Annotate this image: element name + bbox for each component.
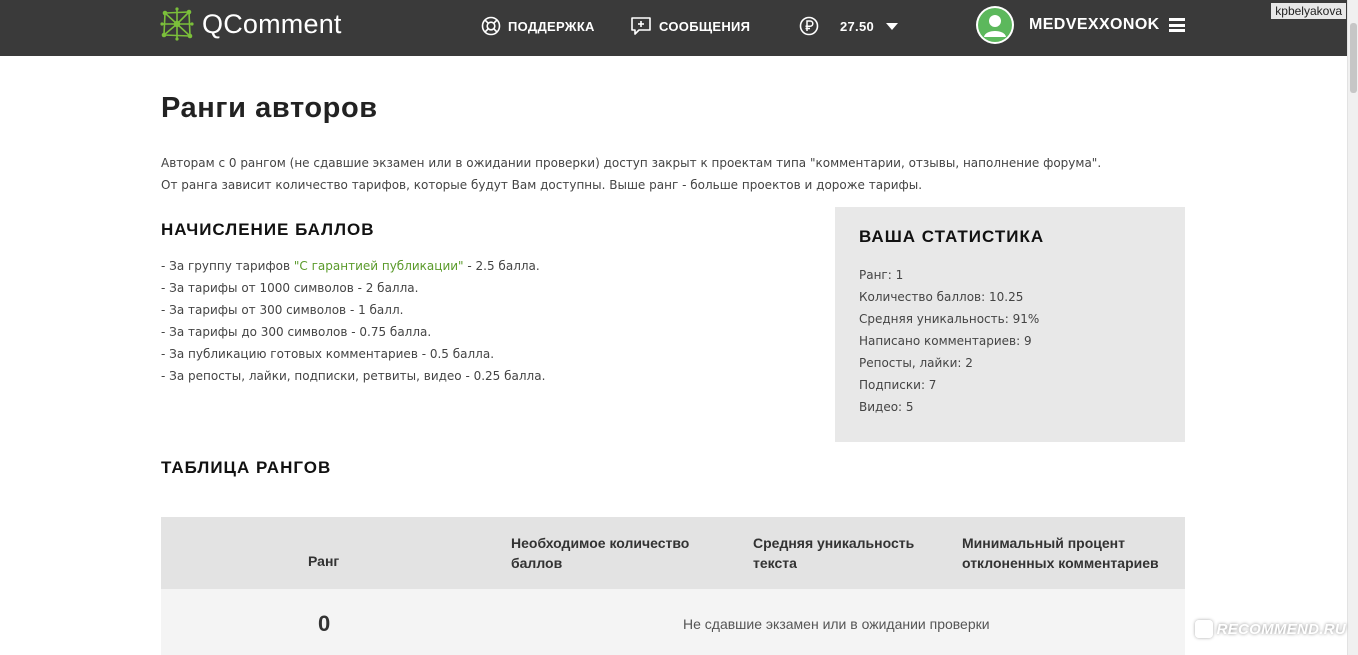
chevron-down-icon bbox=[886, 22, 899, 30]
scrollbar[interactable] bbox=[1347, 0, 1358, 655]
table-header: Ранг Необходимое количество баллов Средн… bbox=[161, 517, 1185, 589]
list-item: - За публикацию готовых комментариев - 0… bbox=[161, 347, 495, 361]
user-menu[interactable]: MEDVEXXONOK bbox=[976, 6, 1185, 44]
stat-item: Средняя уникальность: 91% bbox=[859, 312, 1040, 326]
username[interactable]: MEDVEXXONOK bbox=[1029, 16, 1160, 34]
column-header-points: Необходимое количество баллов bbox=[511, 535, 690, 571]
column-header-uniqueness: Средняя уникальность текста bbox=[753, 535, 915, 571]
list-item: - За тарифы до 300 символов - 0.75 балла… bbox=[161, 325, 432, 339]
messages-link[interactable]: СООБЩЕНИЯ bbox=[630, 14, 750, 38]
balance-amount: 27.50 bbox=[840, 18, 875, 34]
stat-item: Видео: 5 bbox=[859, 400, 914, 414]
recommend-watermark: RECOMMEND.RU bbox=[1194, 620, 1346, 638]
list-item-text: - За группу тарифов bbox=[161, 259, 294, 273]
stats-list: Ранг: 1 Количество баллов: 10.25 Средняя… bbox=[859, 264, 1161, 418]
balance-dropdown[interactable]: 27.50 bbox=[799, 14, 899, 38]
list-item: - За репосты, лайки, подписки, ретвиты, … bbox=[161, 369, 546, 383]
ranks-table: Ранг Необходимое количество баллов Средн… bbox=[161, 517, 1185, 655]
avatar[interactable] bbox=[976, 6, 1014, 44]
lifebuoy-icon bbox=[481, 16, 501, 36]
column-header-rejected: Минимальный процент отклоненных коммента… bbox=[962, 535, 1159, 571]
points-list: - За группу тарифов "С гарантией публика… bbox=[161, 255, 545, 387]
menu-icon[interactable] bbox=[1168, 18, 1185, 32]
list-item: - За тарифы от 1000 символов - 2 балла. bbox=[161, 281, 419, 295]
intro-line: Авторам с 0 рангом (не сдавшие экзамен и… bbox=[161, 156, 1102, 170]
network-logo-icon bbox=[160, 7, 194, 41]
stats-panel: ВАША СТАТИСТИКА Ранг: 1 Количество балло… bbox=[835, 207, 1185, 442]
stat-item: Подписки: 7 bbox=[859, 378, 937, 392]
list-item-text: - 2.5 балла. bbox=[463, 259, 540, 273]
support-link[interactable]: ПОДДЕРЖКА bbox=[481, 14, 595, 38]
recommend-text: RECOMMEND.RU bbox=[1216, 620, 1346, 638]
support-label: ПОДДЕРЖКА bbox=[508, 18, 595, 34]
ruble-icon bbox=[799, 16, 819, 36]
table-row: 0 Не сдавшие экзамен или в ожидании пров… bbox=[161, 589, 1185, 655]
points-heading: НАЧИСЛЕНИЕ БАЛЛОВ bbox=[161, 220, 375, 239]
logo[interactable]: QComment bbox=[160, 6, 342, 42]
stat-item: Репосты, лайки: 2 bbox=[859, 356, 973, 370]
stat-item: Ранг: 1 bbox=[859, 268, 904, 282]
watermark-username: kpbelyakova bbox=[1271, 3, 1346, 19]
ranks-heading: ТАБЛИЦА РАНГОВ bbox=[161, 458, 332, 477]
guaranteed-publication-link[interactable]: "С гарантией публикации" bbox=[294, 259, 464, 273]
rank-description: Не сдавшие экзамен или в ожидании провер… bbox=[683, 616, 990, 632]
intro-text: Авторам с 0 рангом (не сдавшие экзамен и… bbox=[161, 152, 1101, 196]
column-header-rank: Ранг bbox=[308, 553, 340, 569]
message-add-icon bbox=[631, 17, 651, 35]
list-item: - За группу тарифов "С гарантией публика… bbox=[161, 255, 545, 277]
list-item: - За тарифы от 300 символов - 1 балл. bbox=[161, 303, 404, 317]
top-navigation-bar: QComment ПОДДЕРЖКА СООБЩЕНИЯ 27.50 MEDVE… bbox=[0, 0, 1347, 56]
stat-item: Количество баллов: 10.25 bbox=[859, 290, 1024, 304]
intro-line: От ранга зависит количество тарифов, кот… bbox=[161, 178, 923, 192]
logo-text: QComment bbox=[202, 8, 342, 39]
rank-value: 0 bbox=[318, 611, 331, 636]
page-title: Ранги авторов bbox=[161, 92, 378, 124]
scrollbar-thumb[interactable] bbox=[1350, 23, 1357, 93]
messages-label: СООБЩЕНИЯ bbox=[659, 18, 751, 34]
user-avatar-icon bbox=[978, 8, 1012, 42]
recommend-logo-icon bbox=[1194, 620, 1213, 638]
stat-item: Написано комментариев: 9 bbox=[859, 334, 1032, 348]
stats-heading: ВАША СТАТИСТИКА bbox=[859, 227, 1045, 246]
